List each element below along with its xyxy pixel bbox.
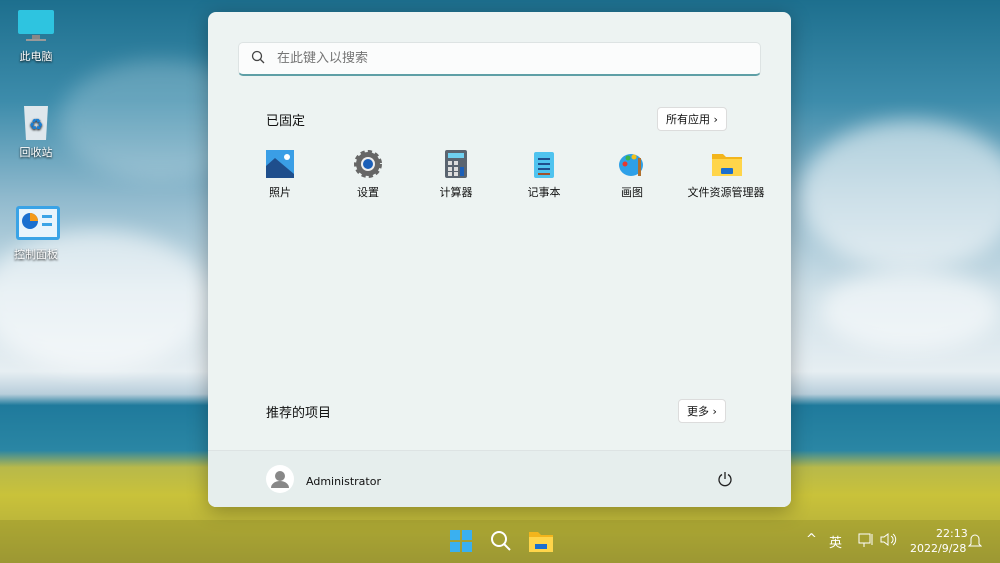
pinned-app-calculator[interactable]: 计算器 [412,150,500,200]
pinned-heading: 已固定 [266,114,306,129]
pinned-app-file-explorer[interactable]: 文件资源管理器 [676,150,776,200]
desktop-icon-this-pc[interactable]: 此电脑 [8,8,64,64]
search-icon[interactable] [490,530,512,556]
app-label: 计算器 [439,186,473,199]
svg-text:♻: ♻ [29,115,43,134]
desktop-icon-label: 控制面板 [14,248,58,261]
notification-bell-icon[interactable] [967,532,983,551]
recommended-heading: 推荐的项目 [266,406,332,421]
calculator-icon [442,150,470,178]
pinned-app-paint[interactable]: 画图 [588,150,676,200]
desktop-icon-label: 回收站 [19,146,53,159]
windows-start-icon[interactable] [450,530,472,556]
clock-date[interactable]: 2022/9/28 [910,542,966,555]
control-panel-icon [16,206,60,242]
app-label: 画图 [621,186,643,199]
chevron-up-icon[interactable]: ^ [806,532,817,547]
avatar-icon [266,465,294,497]
file-explorer-icon [712,150,742,178]
all-apps-button[interactable]: 所有应用 › [657,107,727,131]
volume-icon[interactable] [880,532,898,550]
power-icon[interactable] [717,471,733,491]
desktop-icon-control-panel[interactable]: 控制面板 [8,206,64,262]
start-menu: 已固定 所有应用 › 照片 设置 计算器 记事本 画图 文件资源管理器 推荐的项… [208,12,791,507]
monitor-icon [16,8,56,44]
desktop-icon-recycle-bin[interactable]: ♻ 回收站 [8,104,64,160]
app-label: 照片 [269,186,291,199]
search-input[interactable] [277,51,717,66]
app-label: 设置 [357,186,379,199]
settings-gear-icon [354,150,382,178]
search-box[interactable] [238,42,761,76]
clock-time[interactable]: 22:13 [936,527,968,540]
app-label: 文件资源管理器 [687,186,765,199]
taskbar: ^ 英 22:13 2022/9/28 [0,520,1000,563]
ime-indicator[interactable]: 英 [829,532,842,551]
photos-icon [266,150,294,178]
recycle-bin-icon: ♻ [16,104,56,140]
user-name: Administrator [306,474,381,488]
user-account-button[interactable]: Administrator [266,465,381,497]
network-icon[interactable] [858,533,874,551]
pinned-app-photos[interactable]: 照片 [236,150,324,200]
pinned-app-settings[interactable]: 设置 [324,150,412,200]
more-button[interactable]: 更多 › [678,399,726,423]
desktop-icon-label: 此电脑 [19,50,53,63]
start-footer: Administrator [208,450,791,507]
all-apps-label: 所有应用 [666,113,710,126]
file-explorer-icon[interactable] [529,530,553,556]
paint-icon [618,150,646,178]
search-icon [251,50,265,68]
pinned-app-notepad[interactable]: 记事本 [500,150,588,200]
chevron-right-icon: › [713,113,718,126]
chevron-right-icon: › [712,405,717,418]
more-label: 更多 [687,405,709,418]
app-label: 记事本 [527,186,561,199]
notepad-icon [530,150,558,178]
